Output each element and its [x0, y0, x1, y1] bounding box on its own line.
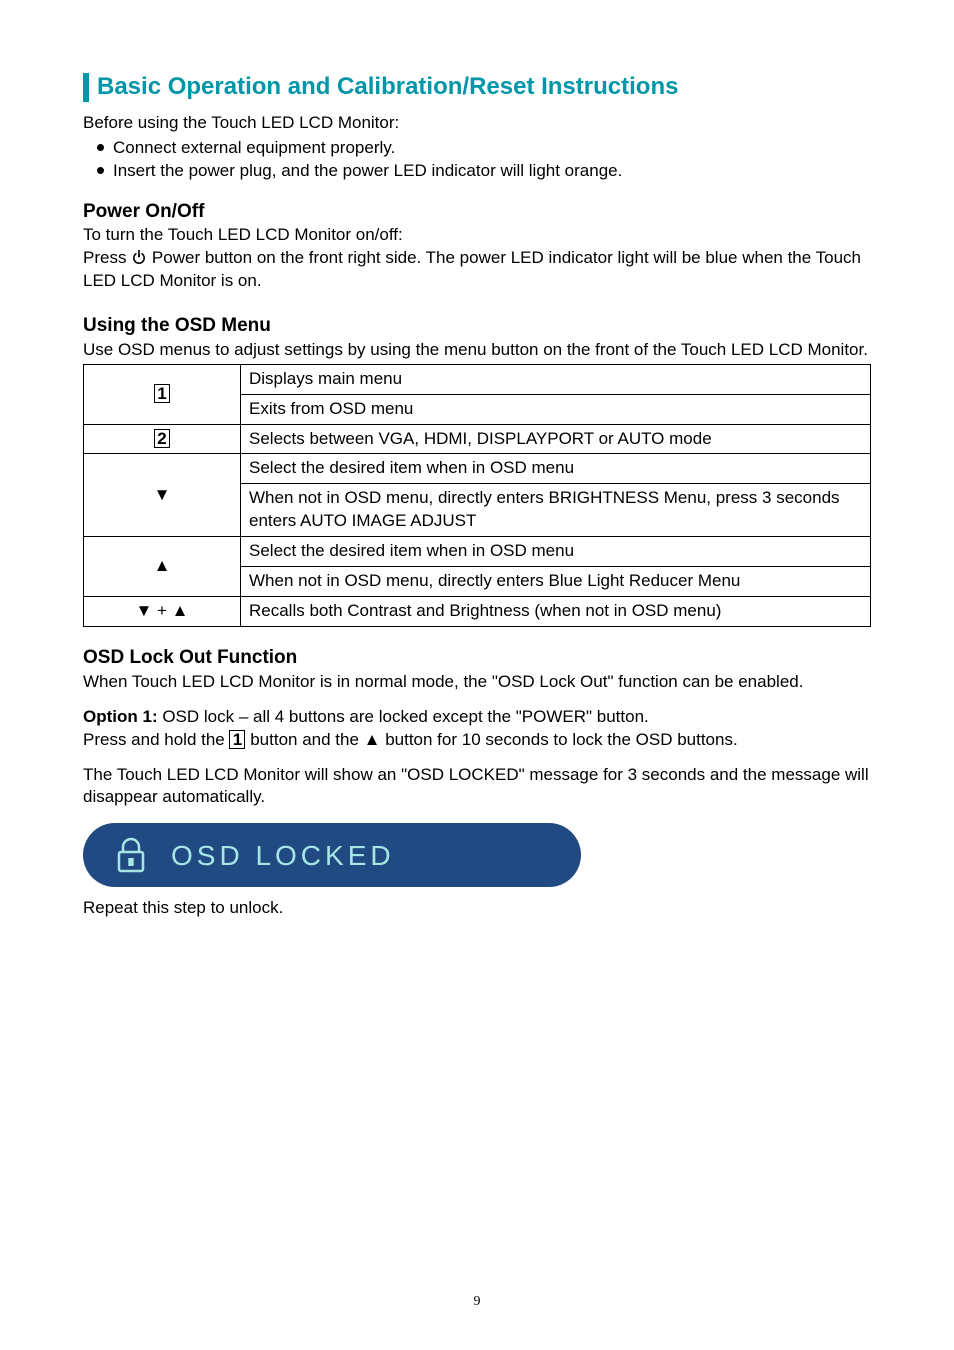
- button-2-icon: 2: [154, 429, 170, 448]
- page-number: 9: [0, 1293, 954, 1312]
- desc-cell: When not in OSD menu, directly enters Bl…: [241, 567, 871, 597]
- power-line1: To turn the Touch LED LCD Monitor on/off…: [83, 224, 871, 247]
- page-title: Basic Operation and Calibration/Reset In…: [83, 73, 871, 102]
- lock-option1-line1: Option 1: OSD lock – all 4 buttons are l…: [83, 706, 871, 729]
- osd-locked-text: OSD LOCKED: [171, 837, 395, 875]
- power-heading: Power On/Off: [83, 199, 871, 225]
- desc-cell: Recalls both Contrast and Brightness (wh…: [241, 597, 871, 627]
- key-cell-2: 2: [84, 424, 241, 454]
- button-1-icon: 1: [154, 384, 170, 403]
- option1-rest: OSD lock – all 4 buttons are locked exce…: [162, 707, 648, 726]
- table-row: ▼ Select the desired item when in OSD me…: [84, 454, 871, 484]
- intro-bullets: Connect external equipment properly. Ins…: [83, 137, 871, 183]
- table-row: ▲ Select the desired item when in OSD me…: [84, 537, 871, 567]
- osd-locked-banner: OSD LOCKED: [83, 823, 581, 887]
- triangle-up-icon: ▲: [154, 556, 171, 575]
- lock-lead: When Touch LED LCD Monitor is in normal …: [83, 671, 871, 694]
- table-row: 1 Displays main menu: [84, 364, 871, 394]
- lock-option1-line2: Press and hold the 1 button and the ▲ bu…: [83, 729, 871, 752]
- opt1-text-c: button for 10 seconds to lock the OSD bu…: [380, 730, 737, 749]
- lock-heading: OSD Lock Out Function: [83, 645, 871, 671]
- power-text-a: Press: [83, 248, 131, 267]
- lock-repeat: Repeat this step to unlock.: [83, 897, 871, 920]
- triangle-down-icon: ▼: [154, 485, 171, 504]
- option1-label: Option 1:: [83, 707, 162, 726]
- desc-cell: Select the desired item when in OSD menu: [241, 537, 871, 567]
- opt1-text-a: Press and hold the: [83, 730, 229, 749]
- lock-note: The Touch LED LCD Monitor will show an "…: [83, 764, 871, 810]
- opt1-text-b: button and the: [245, 730, 363, 749]
- triangle-both-icon: ▼ + ▲: [135, 601, 188, 620]
- table-row: 2 Selects between VGA, HDMI, DISPLAYPORT…: [84, 424, 871, 454]
- table-row: ▼ + ▲ Recalls both Contrast and Brightne…: [84, 597, 871, 627]
- key-cell-down: ▼: [84, 454, 241, 537]
- lock-icon: [113, 836, 149, 874]
- power-text-b: Power button on the front right side. Th…: [83, 248, 861, 290]
- desc-cell: Exits from OSD menu: [241, 394, 871, 424]
- desc-cell: Select the desired item when in OSD menu: [241, 454, 871, 484]
- button-1-icon: 1: [229, 730, 245, 749]
- osd-table: 1 Displays main menu Exits from OSD menu…: [83, 364, 871, 627]
- triangle-up-icon: ▲: [364, 730, 381, 749]
- desc-cell: When not in OSD menu, directly enters BR…: [241, 484, 871, 537]
- key-cell-up: ▲: [84, 537, 241, 597]
- desc-cell: Displays main menu: [241, 364, 871, 394]
- bullet-item: Insert the power plug, and the power LED…: [97, 160, 871, 183]
- osd-heading: Using the OSD Menu: [83, 313, 871, 339]
- intro-text: Before using the Touch LED LCD Monitor:: [83, 112, 871, 135]
- key-cell-both: ▼ + ▲: [84, 597, 241, 627]
- key-cell-1: 1: [84, 364, 241, 424]
- power-icon: [131, 249, 147, 265]
- desc-cell: Selects between VGA, HDMI, DISPLAYPORT o…: [241, 424, 871, 454]
- power-line2: Press Power button on the front right si…: [83, 247, 871, 293]
- bullet-item: Connect external equipment properly.: [97, 137, 871, 160]
- osd-lead: Use OSD menus to adjust settings by usin…: [83, 339, 871, 362]
